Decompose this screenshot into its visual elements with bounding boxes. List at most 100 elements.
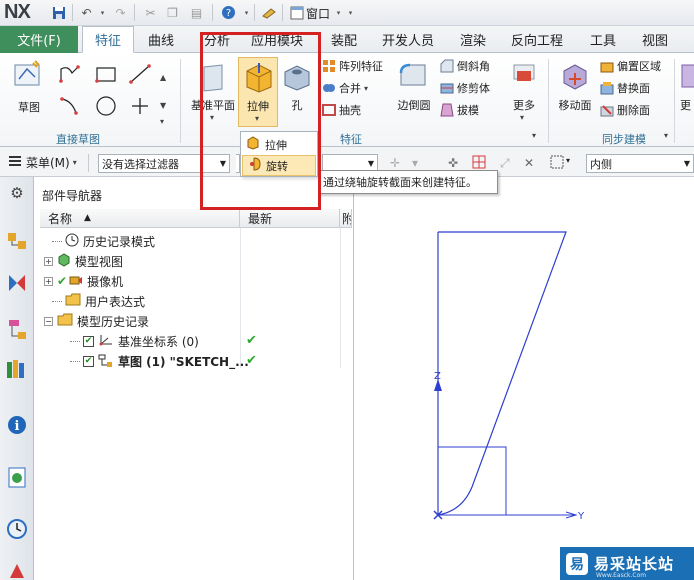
tree-item-history-mode[interactable]: 历史记录模式 <box>40 231 352 251</box>
tab-feature[interactable]: 特征 <box>82 26 135 53</box>
visibility-checkbox[interactable]: ✔ <box>83 355 94 367</box>
undo-icon[interactable]: ↶ <box>78 4 95 21</box>
trim-body-button[interactable]: 修剪体 <box>440 79 490 97</box>
offset-region-button[interactable]: 偏置区域 <box>600 57 661 75</box>
ribbon: 草图 ▲ ▼ ▾ 直接草图 基准平面 ▾ 拉伸 ▾ 孔 阵列特征 合并 ▾ 抽壳… <box>0 53 694 147</box>
shell-label: 抽壳 <box>339 104 361 117</box>
feature-group-options-icon[interactable]: ▾ <box>532 131 536 140</box>
select-all-icon[interactable]: ✜ <box>448 156 458 170</box>
sketch-gallery-up-icon[interactable]: ▲ <box>160 73 166 82</box>
help-dropdown-icon[interactable]: ▾ <box>238 4 255 21</box>
tree-item-datum-csys[interactable]: ✔ 基准坐标系 (0) <box>40 331 352 351</box>
tree-item-sketch[interactable]: ✔ 草图 (1) "SKETCH_... <box>40 351 352 371</box>
group-direct-sketch-label: 直接草图 <box>56 133 100 146</box>
column-header-extra[interactable]: 附 <box>340 209 352 228</box>
help-icon[interactable]: ? <box>220 4 237 21</box>
tab-assembly[interactable]: 装配 <box>331 26 357 53</box>
move-face-button[interactable]: 移动面 <box>554 57 596 127</box>
redo-icon[interactable]: ↷ <box>112 4 129 21</box>
tab-render[interactable]: 渲染 <box>460 26 486 53</box>
tab-view[interactable]: 视图 <box>642 26 668 53</box>
unite-label: 合并 <box>339 82 361 95</box>
window-menu[interactable]: 窗口 <box>306 5 330 22</box>
collapse-icon[interactable]: − <box>44 316 53 326</box>
expand-icon[interactable]: + <box>44 256 53 266</box>
constraint-navigator-icon[interactable] <box>5 271 29 295</box>
inside-select[interactable]: 内侧 ▼ <box>586 154 694 173</box>
info-icon[interactable]: i <box>5 413 29 437</box>
tree-item-user-expressions[interactable]: 用户表达式 <box>40 291 352 311</box>
unite-button[interactable]: 合并 ▾ <box>322 79 368 97</box>
watermark-logo: 易 <box>566 552 588 575</box>
quick-pick-icon[interactable]: ⤢ <box>500 156 510 171</box>
window-icon[interactable] <box>288 4 305 21</box>
tree-item-model-views[interactable]: + 模型视图 <box>40 251 352 271</box>
history-clock-icon[interactable] <box>5 517 29 541</box>
sort-ascending-icon: ▲ <box>84 213 91 223</box>
rectangle-select-icon[interactable] <box>550 155 564 172</box>
sketch-gallery-more-icon[interactable]: ▾ <box>160 117 164 126</box>
save-icon[interactable] <box>50 4 67 21</box>
snap-options-icon[interactable]: ▾ <box>412 156 418 170</box>
sketch-button[interactable]: 草图 <box>10 57 48 117</box>
visibility-checkbox[interactable]: ✔ <box>83 335 94 347</box>
tab-file[interactable]: 文件(F) <box>0 26 78 53</box>
quick-access-customize-icon[interactable]: ▾ <box>342 4 359 21</box>
tree-item-cameras[interactable]: + ✔ 摄像机 <box>40 271 352 291</box>
tree-item-label: 模型视图 <box>75 254 124 269</box>
menu-button[interactable]: 菜单(M) ▾ <box>8 154 77 171</box>
reuse-library-icon[interactable] <box>5 357 29 381</box>
deselect-icon[interactable]: ✕ <box>524 156 534 170</box>
replace-face-button[interactable]: 替换面 <box>600 79 650 97</box>
point-icon[interactable] <box>128 95 152 120</box>
paste-icon[interactable]: ▤ <box>188 4 205 21</box>
undo-dropdown-icon[interactable]: ▾ <box>94 4 111 21</box>
column-header-name[interactable]: 名称 ▲ <box>40 209 240 228</box>
delete-face-button[interactable]: 删除面 <box>600 101 650 119</box>
line-icon[interactable] <box>128 63 152 88</box>
more-right-button[interactable]: 更 <box>678 57 694 127</box>
trim-body-label: 修剪体 <box>457 82 490 95</box>
assembly-navigator-icon[interactable] <box>5 229 29 253</box>
pattern-feature-button[interactable]: 阵列特征 <box>322 57 383 75</box>
sync-group-options-icon[interactable]: ▾ <box>664 131 668 140</box>
folder-icon <box>65 293 81 309</box>
touch-mode-icon[interactable] <box>260 4 277 21</box>
tab-curve[interactable]: 曲线 <box>148 26 174 53</box>
arc-icon[interactable] <box>58 95 82 120</box>
edge-blend-button[interactable]: 边倒圆 <box>392 57 436 127</box>
copy-icon[interactable]: ❐ <box>164 4 181 21</box>
cut-icon[interactable]: ✂ <box>142 4 159 21</box>
process-studio-icon[interactable] <box>5 559 29 580</box>
shell-button[interactable]: 抽壳 <box>322 101 361 119</box>
rectangle-icon[interactable] <box>94 63 118 88</box>
tree-item-model-history[interactable]: − 模型历史记录 <box>40 311 352 331</box>
column-header-latest[interactable]: 最新 <box>240 209 340 228</box>
title-bar: NX ↶ ▾ ↷ ✂ ❐ ▤ ? ▾ 窗口 ▾ ▾ <box>0 0 694 26</box>
clock-icon <box>65 233 79 250</box>
chamfer-button[interactable]: 倒斜角 <box>440 57 490 75</box>
gear-icon[interactable]: ⚙ <box>5 181 29 205</box>
sketch-canvas: Z Y <box>433 231 585 522</box>
tab-developer[interactable]: 开发人员 <box>382 26 434 53</box>
nx-logo: NX <box>4 1 31 23</box>
expand-icon[interactable]: + <box>44 276 53 286</box>
more-label: 更多 <box>513 99 535 112</box>
draft-button[interactable]: 拔模 <box>440 101 479 119</box>
graphics-window[interactable]: Z Y <box>354 177 694 580</box>
tab-reverse-engineering[interactable]: 反向工程 <box>511 26 563 53</box>
type-filter-value: 没有选择过滤器 <box>102 157 179 171</box>
selection-mode-dropdown-icon[interactable]: ▾ <box>566 156 570 165</box>
sketch-gallery-down-icon[interactable]: ▼ <box>160 101 166 110</box>
circle-icon[interactable] <box>94 95 118 120</box>
sketch-rectangle[interactable] <box>437 446 507 516</box>
sketch-profile[interactable] <box>437 231 567 516</box>
more-button[interactable]: 更多 ▾ <box>504 57 544 127</box>
profile-icon[interactable] <box>58 63 82 88</box>
offset-region-label: 偏置区域 <box>617 60 661 73</box>
part-navigator-icon[interactable] <box>5 317 29 341</box>
web-browser-icon[interactable] <box>5 465 29 489</box>
tab-tools[interactable]: 工具 <box>590 26 616 53</box>
column-name-label: 名称 <box>48 211 73 226</box>
snap-point-icon[interactable]: ✛ <box>390 156 400 170</box>
